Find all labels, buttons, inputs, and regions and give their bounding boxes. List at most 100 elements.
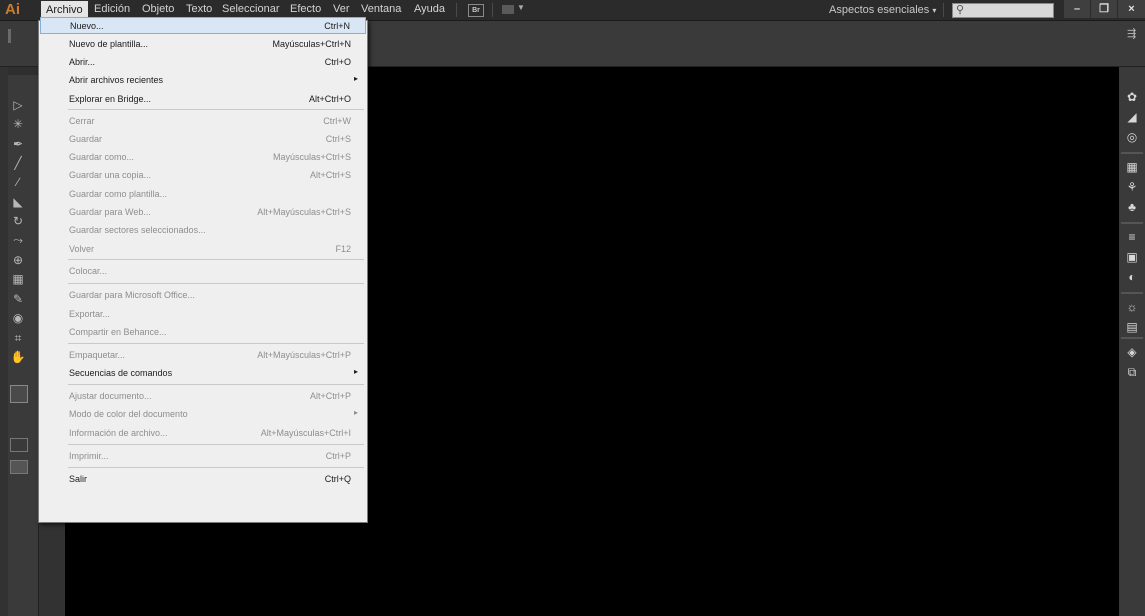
screen-mode-icon[interactable] [10,460,28,474]
menu-edicion[interactable]: Edición [94,3,130,15]
file-menu-item[interactable]: Nuevo... Ctrl+N [40,17,366,34]
menu-item-label: Guardar una copia... [69,170,152,180]
file-menu-item: Colocar... [40,263,366,280]
eyedropper-tool-icon[interactable]: ✎ [8,290,28,308]
menu-item-shortcut: Ctrl+S [325,134,351,144]
file-menu-item: Ajustar documento... Alt+Ctrl+P [40,388,366,405]
file-menu-item: Exportar... [40,306,366,323]
symbols-icon[interactable]: ♣ [1125,200,1139,214]
menu-divider [68,444,364,445]
color-icon[interactable]: ✿ [1125,90,1139,104]
transparency-icon[interactable]: ◐ [1125,270,1139,284]
file-menu-item: Guardar una copia... Alt+Ctrl+S [40,167,366,184]
panel-menu-icon[interactable]: ⇶ [1127,27,1136,40]
workspace-label: Aspectos esenciales [829,4,930,16]
menu-divider [68,343,364,344]
shape-builder-tool-icon[interactable]: ⊕ [8,251,28,269]
pen-tool-icon[interactable]: ✒ [8,135,28,153]
menu-item-label: Nuevo de plantilla... [69,39,149,49]
color-guide-icon[interactable]: ◎ [1125,130,1139,144]
layers-icon[interactable]: ◈ [1125,345,1139,359]
file-menu-item: Compartir en Behance... [40,324,366,341]
menu-item-shortcut: Alt+Mayúsculas+Ctrl+S [257,207,351,217]
fill-stroke-swatch[interactable] [10,385,28,403]
file-menu-item[interactable]: Abrir... Ctrl+O [40,54,366,71]
menu-item-label: Guardar como plantilla... [69,189,168,199]
menu-divider [68,283,364,284]
search-icon: ⚲ [956,4,965,16]
appearance-icon[interactable]: ☼ [1125,300,1139,314]
panel-divider [1121,292,1143,294]
menu-item-label: Secuencias de comandos [69,368,173,378]
menu-item-shortcut: Ctrl+W [323,116,351,126]
width-tool-icon[interactable]: ⤳ [8,231,28,249]
menu-item-label: Explorar en Bridge... [69,94,152,104]
hand-tool-icon[interactable]: ✋ [8,348,28,366]
menu-seleccionar[interactable]: Seleccionar [222,3,279,15]
eraser-tool-icon[interactable]: ◣ [8,193,28,211]
gradient-panel-icon[interactable]: ▣ [1125,250,1139,264]
line-tool-icon[interactable]: ╱ [8,154,28,172]
file-menu-item[interactable]: Secuencias de comandos ▸ [40,365,366,382]
tools-panel-grip[interactable] [8,67,38,75]
menu-objeto[interactable]: Objeto [142,3,174,15]
menu-ventana[interactable]: Ventana [361,3,401,15]
arrange-documents-icon[interactable] [502,5,514,14]
menu-efecto[interactable]: Efecto [290,3,321,15]
menu-separator [456,3,457,17]
menu-divider [68,467,364,468]
menu-item-label: Compartir en Behance... [69,327,167,337]
artboards-icon[interactable]: ⧉ [1125,365,1139,379]
artboard-tool-icon[interactable]: ⌗ [8,329,28,347]
menu-item-label: Salir [69,474,88,484]
menu-item-label: Guardar sectores seleccionados... [69,225,206,235]
file-menu-item: Guardar Ctrl+S [40,131,366,148]
menu-item-label: Volver [69,244,95,254]
panel-divider [1121,152,1143,154]
menu-item-label: Empaquetar... [69,350,126,360]
control-bar-grip[interactable] [8,29,11,43]
close-button[interactable]: × [1118,0,1145,18]
menu-separator [943,3,944,17]
file-menu-item: Volver F12 [40,241,366,258]
file-menu-item[interactable]: Nuevo de plantilla... Mayúsculas+Ctrl+N [40,36,366,53]
menu-item-label: Guardar para Microsoft Office... [69,290,195,300]
bridge-button[interactable]: Br [468,4,484,17]
menu-item-label: Cerrar [69,116,95,126]
swatches-icon[interactable]: ▦ [1125,160,1139,174]
file-menu-item: Guardar para Web... Alt+Mayúsculas+Ctrl+S [40,204,366,221]
menu-item-shortcut: Mayúsculas+Ctrl+S [272,152,351,162]
minimize-button[interactable]: – [1064,0,1090,18]
menu-item-shortcut: Ctrl+P [325,451,351,461]
menu-item-label: Exportar... [69,309,111,319]
magic-wand-tool-icon[interactable]: ✳ [8,115,28,133]
panel-divider [1121,222,1143,224]
rotate-tool-icon[interactable]: ↻ [8,212,28,230]
file-menu-item[interactable]: Explorar en Bridge... Alt+Ctrl+O [40,91,366,108]
graphic-styles-icon[interactable]: ▤ [1125,320,1139,334]
drawing-mode-icon[interactable] [10,438,28,452]
file-menu-item[interactable]: Salir Ctrl+Q [40,471,366,488]
menu-item-shortcut: Alt+Ctrl+O [308,94,351,104]
menu-item-shortcut: Ctrl+O [324,57,351,67]
selection-tool-icon[interactable]: ▷ [8,96,28,114]
workspace-switcher[interactable]: Aspectos esenciales ▾ [829,4,936,16]
panel-dock [1119,67,1145,616]
menu-ver[interactable]: Ver [333,3,350,15]
search-input[interactable]: ⚲ [952,3,1054,18]
symbol-sprayer-tool-icon[interactable]: ◉ [8,309,28,327]
menu-texto[interactable]: Texto [186,3,212,15]
menu-item-label: Ajustar documento... [69,391,152,401]
brushes-icon[interactable]: ⚘ [1125,180,1139,194]
menu-ayuda[interactable]: Ayuda [414,3,445,15]
chevron-right-icon: ▸ [353,74,358,83]
stroke-icon[interactable]: ≡ [1125,230,1139,244]
gradient-icon[interactable]: ◢ [1125,110,1139,124]
file-menu-item: Guardar para Microsoft Office... [40,287,366,304]
perspective-grid-tool-icon[interactable]: ▦ [8,270,28,288]
restore-button[interactable]: ❐ [1091,0,1117,18]
file-menu-item[interactable]: Abrir archivos recientes ▸ [40,72,366,89]
menu-item-label: Información de archivo... [69,428,168,438]
file-menu-item: Guardar como plantilla... [40,186,366,203]
paintbrush-tool-icon[interactable]: ∕ [8,173,28,191]
